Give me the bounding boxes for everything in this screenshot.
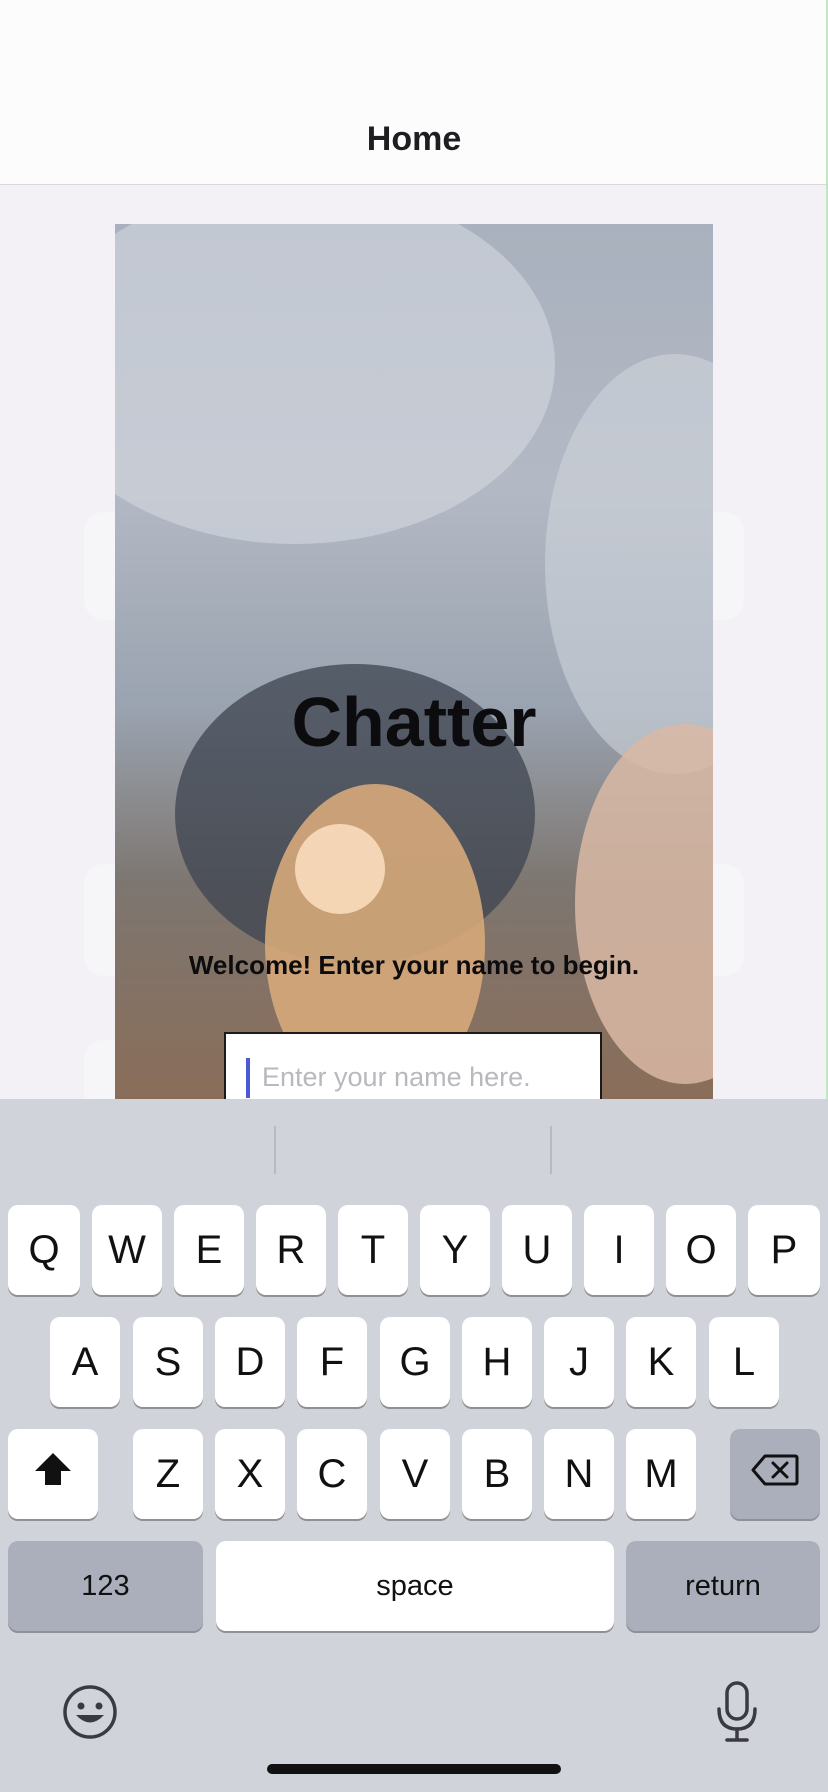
navigation-bar: Home [0,0,828,185]
delete-icon [751,1452,799,1497]
key-w[interactable]: W [92,1205,162,1295]
key-u[interactable]: U [502,1205,572,1295]
key-l[interactable]: L [709,1317,779,1407]
key-a[interactable]: A [50,1317,120,1407]
key-m[interactable]: M [626,1429,696,1519]
key-p[interactable]: P [748,1205,820,1295]
welcome-message: Welcome! Enter your name to begin. [188,950,640,980]
photo-glow [295,824,385,914]
key-e[interactable]: E [174,1205,244,1295]
key-x[interactable]: X [215,1429,285,1519]
suggestion-divider [274,1126,276,1174]
key-k[interactable]: K [626,1317,696,1407]
key-t[interactable]: T [338,1205,408,1295]
photo-face [575,724,713,1084]
app-title: Chatter [291,683,537,761]
key-y[interactable]: Y [420,1205,490,1295]
key-g[interactable]: G [380,1317,450,1407]
delete-key[interactable] [730,1429,820,1519]
key-f[interactable]: F [297,1317,367,1407]
space-key[interactable]: space [216,1541,614,1631]
return-key[interactable]: return [626,1541,820,1631]
shift-key[interactable] [8,1429,98,1519]
key-n[interactable]: N [544,1429,614,1519]
home-indicator[interactable] [267,1764,561,1774]
key-h[interactable]: H [462,1317,532,1407]
key-s[interactable]: S [133,1317,203,1407]
key-i[interactable]: I [584,1205,654,1295]
name-input[interactable] [262,1052,582,1102]
suggestion-divider [550,1126,552,1174]
key-b[interactable]: B [462,1429,532,1519]
shift-icon [33,1451,73,1497]
emoji-icon [62,1684,118,1745]
key-r[interactable]: R [256,1205,326,1295]
key-o[interactable]: O [666,1205,736,1295]
key-q[interactable]: Q [8,1205,80,1295]
microphone-icon [715,1680,759,1748]
text-caret [246,1058,250,1098]
photo-highlight [115,224,555,544]
key-j[interactable]: J [544,1317,614,1407]
key-v[interactable]: V [380,1429,450,1519]
key-d[interactable]: D [215,1317,285,1407]
numbers-key[interactable]: 123 [8,1541,203,1631]
emoji-button[interactable] [60,1684,120,1744]
page-title: Home [366,120,462,158]
key-z[interactable]: Z [133,1429,203,1519]
key-c[interactable]: C [297,1429,367,1519]
dictation-button[interactable] [712,1676,762,1752]
